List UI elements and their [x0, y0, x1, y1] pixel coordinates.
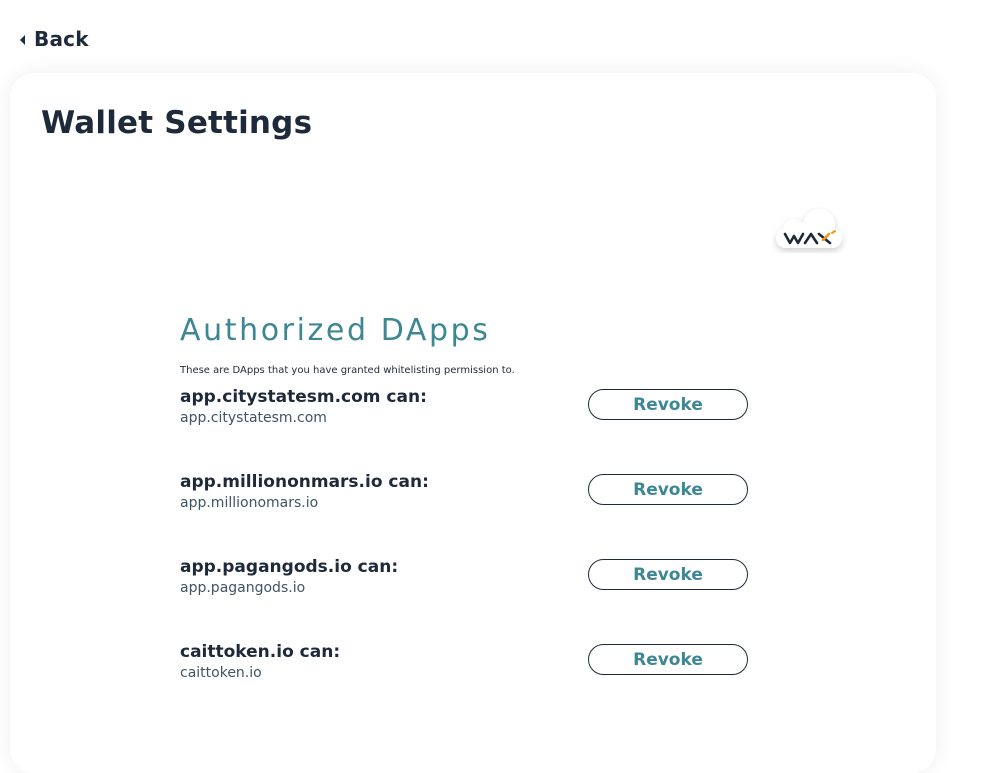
section-title: Authorized DApps — [180, 313, 491, 348]
dapp-item: app.pagangods.io can: app.pagangods.io R… — [180, 557, 760, 642]
dapp-item: caittoken.io can: caittoken.io Revoke — [180, 642, 760, 727]
dapp-domain: app.citystatesm.com — [180, 410, 327, 426]
back-label: Back — [34, 27, 89, 51]
page-title: Wallet Settings — [41, 105, 313, 141]
settings-card: Wallet Settings Authorized DApps These a… — [10, 73, 936, 773]
revoke-button[interactable]: Revoke — [588, 389, 748, 420]
caret-left-icon — [20, 34, 25, 45]
revoke-button[interactable]: Revoke — [588, 559, 748, 590]
dapp-name: caittoken.io can: — [180, 642, 341, 662]
dapp-name: app.milliononmars.io can: — [180, 472, 429, 492]
dapp-name: app.citystatesm.com can: — [180, 387, 427, 407]
dapp-item: app.citystatesm.com can: app.citystatesm… — [180, 387, 760, 472]
dapp-list: app.citystatesm.com can: app.citystatesm… — [180, 387, 760, 727]
revoke-button[interactable]: Revoke — [588, 474, 748, 505]
back-button[interactable]: Back — [20, 27, 89, 51]
dapp-domain: caittoken.io — [180, 665, 262, 681]
section-description: These are DApps that you have granted wh… — [180, 365, 515, 376]
dapp-item: app.milliononmars.io can: app.millionoma… — [180, 472, 760, 557]
dapp-domain: app.pagangods.io — [180, 580, 306, 596]
dapp-name: app.pagangods.io can: — [180, 557, 399, 577]
dapp-domain: app.millionomars.io — [180, 495, 319, 511]
revoke-button[interactable]: Revoke — [588, 644, 748, 675]
wax-logo-icon — [772, 207, 848, 253]
